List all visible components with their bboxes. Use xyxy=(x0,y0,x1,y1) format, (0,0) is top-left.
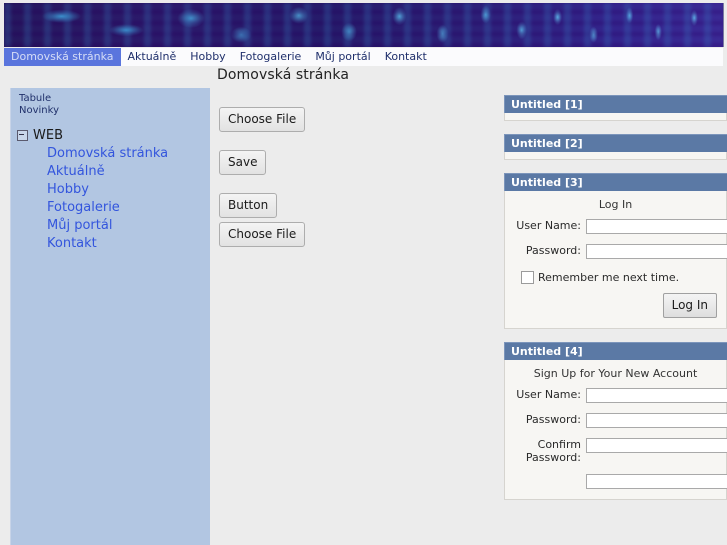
signup-confirm-password-row: Confirm Password: xyxy=(505,438,727,464)
minus-box-icon[interactable] xyxy=(17,130,28,141)
signup-form: Sign Up for Your New Account User Name: … xyxy=(504,360,727,500)
panel-title-1: Untitled [1] xyxy=(504,95,727,113)
panel-signup: Untitled [4] Sign Up for Your New Accoun… xyxy=(504,342,727,500)
tree-item-aktualne[interactable]: Aktuálně xyxy=(47,163,210,181)
tree-item-domovska-stranka[interactable]: Domovská stránka xyxy=(47,145,210,163)
generic-button[interactable]: Button xyxy=(219,193,278,218)
nav-item-hobby[interactable]: Hobby xyxy=(183,48,232,66)
signup-form-title: Sign Up for Your New Account xyxy=(533,367,698,380)
panel-body-1 xyxy=(504,113,727,121)
remember-me-row[interactable]: Remember me next time. xyxy=(505,269,726,284)
signup-password-input[interactable] xyxy=(586,413,727,428)
login-submit-row: Log In xyxy=(505,284,726,328)
login-username-row: User Name: xyxy=(505,219,727,234)
log-in-button[interactable]: Log In xyxy=(662,293,717,318)
left-sidebar: Tabule Novinky WEB Domovská stránka Aktu… xyxy=(10,88,210,545)
signup-password-label: Password: xyxy=(525,413,581,426)
login-form: Log In User Name: Password: Remember me … xyxy=(504,191,727,329)
page-title: Domovská stránka xyxy=(217,67,350,83)
main-navigation: Domovská stránka Aktuálně Hobby Fotogalerie… xyxy=(4,48,723,66)
save-button[interactable]: Save xyxy=(219,150,267,175)
signup-username-label: User Name: xyxy=(516,388,581,401)
signup-confirm-password-input[interactable] xyxy=(586,438,727,453)
panel-title-4: Untitled [4] xyxy=(504,342,727,360)
nav-item-kontakt[interactable]: Kontakt xyxy=(378,48,434,66)
login-password-input[interactable] xyxy=(586,244,727,259)
sidebar-link-tabule[interactable]: Tabule xyxy=(19,93,210,105)
signup-password-row: Password: xyxy=(505,413,727,428)
tree-item-hobby[interactable]: Hobby xyxy=(47,181,210,199)
site-banner xyxy=(0,0,727,48)
login-username-input[interactable] xyxy=(586,219,727,234)
sidebar-tree: WEB Domovská stránka Aktuálně Hobby Foto… xyxy=(11,128,210,253)
nav-item-muj-portal[interactable]: Můj portál xyxy=(308,48,377,66)
choose-file-button-2[interactable]: Choose File xyxy=(219,222,306,247)
login-password-label: Password: xyxy=(525,244,581,257)
login-password-row: Password: xyxy=(505,244,727,259)
tree-children: Domovská stránka Aktuálně Hobby Fotogale… xyxy=(11,145,210,253)
login-form-title: Log In xyxy=(598,198,633,211)
tree-item-kontakt[interactable]: Kontakt xyxy=(47,235,210,253)
nav-item-fotogalerie[interactable]: Fotogalerie xyxy=(233,48,309,66)
tree-root-web[interactable]: WEB xyxy=(17,128,210,143)
panel-untitled-2: Untitled [2] xyxy=(504,134,727,160)
signup-extra-row xyxy=(505,474,727,489)
banner-image xyxy=(4,3,724,47)
login-username-label: User Name: xyxy=(516,219,581,232)
panel-login: Untitled [3] Log In User Name: Password:… xyxy=(504,173,727,329)
signup-username-input[interactable] xyxy=(586,388,727,403)
banner-binary-overlay xyxy=(4,3,723,47)
remember-me-label: Remember me next time. xyxy=(538,271,680,284)
main-content: Choose File Save Button Choose File xyxy=(212,88,490,545)
right-column: Untitled [1] Untitled [2] Untitled [3] L… xyxy=(504,95,727,513)
tree-item-fotogalerie[interactable]: Fotogalerie xyxy=(47,199,210,217)
sidebar-link-novinky[interactable]: Novinky xyxy=(19,105,210,117)
nav-item-aktualne[interactable]: Aktuálně xyxy=(121,48,184,66)
remember-me-checkbox[interactable] xyxy=(521,271,534,284)
choose-file-button-1[interactable]: Choose File xyxy=(219,107,306,132)
tree-root-label: WEB xyxy=(33,128,63,143)
panel-title-3: Untitled [3] xyxy=(504,173,727,191)
signup-username-row: User Name: xyxy=(505,388,727,403)
panel-untitled-1: Untitled [1] xyxy=(504,95,727,121)
panel-body-2 xyxy=(504,152,727,160)
signup-extra-input[interactable] xyxy=(586,474,727,489)
panel-title-2: Untitled [2] xyxy=(504,134,727,152)
signup-confirm-password-label: Confirm Password: xyxy=(525,438,581,464)
nav-item-domovska-stranka[interactable]: Domovská stránka xyxy=(4,48,121,66)
tree-item-muj-portal[interactable]: Můj portál xyxy=(47,217,210,235)
